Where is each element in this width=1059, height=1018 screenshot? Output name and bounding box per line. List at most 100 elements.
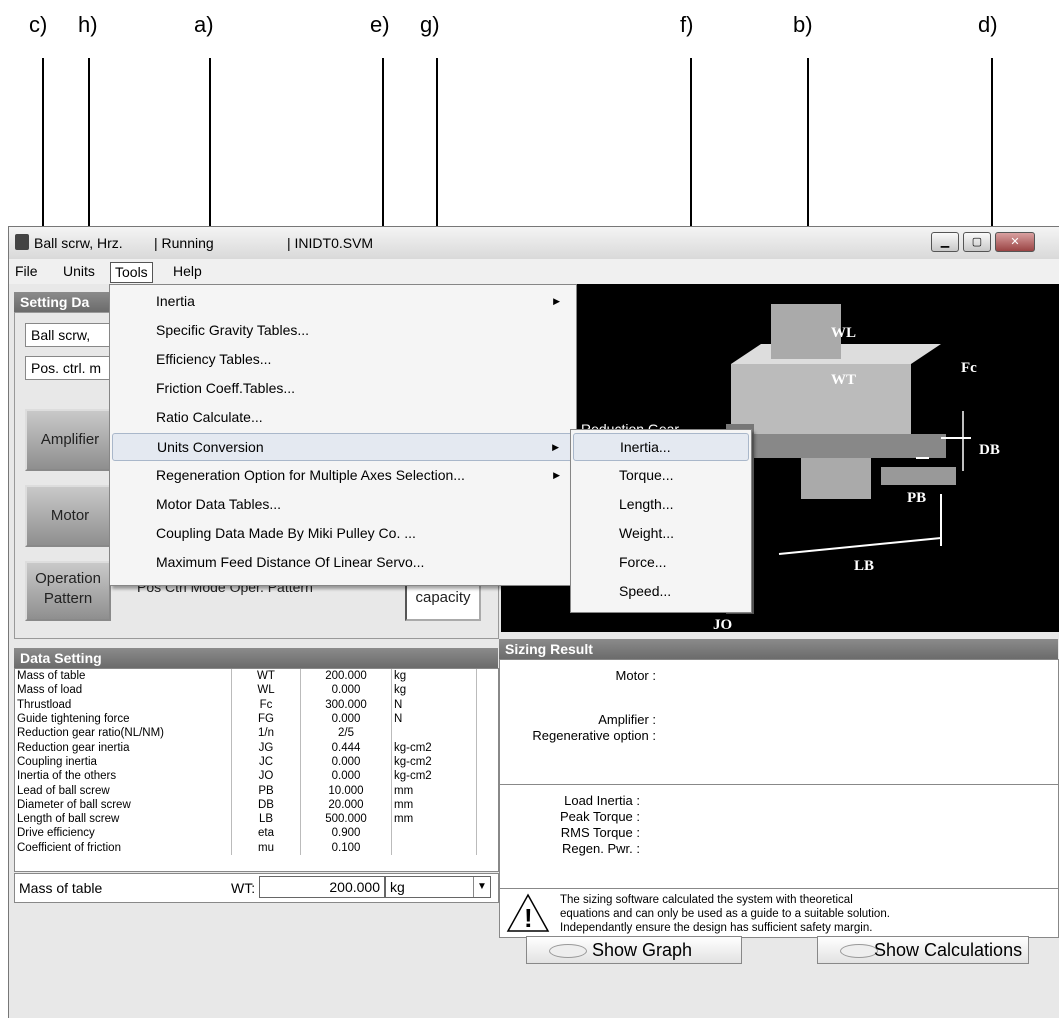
param-name-cell: Drive efficiency bbox=[15, 826, 232, 841]
tools-menu-item[interactable]: Friction Coeff.Tables... bbox=[112, 375, 574, 401]
callout-line-h bbox=[88, 58, 90, 234]
table-row[interactable]: Thrustload Fc 300.000 N bbox=[15, 697, 477, 712]
param-name-cell: Thrustload bbox=[15, 697, 232, 712]
param-symbol-cell: WL bbox=[231, 683, 301, 698]
table-row[interactable]: Mass of load WL 0.000 kg bbox=[15, 683, 477, 698]
label-jo: JO bbox=[713, 617, 732, 632]
units-submenu-item[interactable]: Torque... bbox=[573, 462, 749, 488]
app-icon[interactable] bbox=[15, 234, 29, 250]
menu-tools[interactable]: Tools bbox=[110, 262, 153, 283]
tools-menu-item[interactable]: Coupling Data Made By Miki Pulley Co. ..… bbox=[112, 520, 574, 546]
result-regen-pwr-label: Regen. Pwr. : bbox=[561, 841, 640, 856]
tools-menu-item[interactable]: Ratio Calculate... bbox=[112, 404, 574, 430]
data-setting-table: Mass of table WT 200.000 kg Mass of load WL 0.… bbox=[15, 669, 477, 855]
show-graph-button[interactable]: Show Graph bbox=[526, 936, 742, 964]
mechanism-field[interactable]: Ball scrw, bbox=[25, 323, 122, 347]
param-value-cell: 0.000 bbox=[300, 711, 392, 727]
units-submenu-item[interactable]: Length... bbox=[573, 491, 749, 517]
param-name-cell: Diameter of ball screw bbox=[15, 797, 232, 812]
param-symbol-cell: DB bbox=[231, 797, 301, 812]
amplifier-button[interactable]: Amplifier bbox=[25, 409, 115, 471]
tools-menu-item-label: Regeneration Option for Multiple Axes Se… bbox=[156, 467, 465, 483]
table-row[interactable]: Lead of ball screw PB 10.000 mm bbox=[15, 783, 477, 798]
warning-box: ! The sizing software calculated the sys… bbox=[499, 888, 1059, 938]
label-wt: WT bbox=[831, 372, 856, 388]
warning-line-1: The sizing software calculated the syste… bbox=[560, 894, 853, 906]
chevron-down-icon[interactable]: ▼ bbox=[473, 877, 490, 897]
units-submenu-item[interactable]: Inertia... bbox=[573, 433, 749, 461]
units-submenu-item[interactable]: Force... bbox=[573, 549, 749, 575]
label-fc: Fc bbox=[961, 360, 977, 376]
menu-file[interactable]: File bbox=[11, 262, 42, 281]
tools-menu-item[interactable]: Efficiency Tables... bbox=[112, 346, 574, 372]
units-submenu-item[interactable]: Speed... bbox=[573, 578, 749, 604]
callout-line-a bbox=[209, 58, 211, 236]
edit-value-input[interactable]: 200.000 bbox=[259, 876, 385, 898]
callout-f: f) bbox=[680, 12, 694, 37]
close-button[interactable]: ✕ bbox=[995, 232, 1035, 252]
table-row[interactable]: Inertia of the others JO 0.000 kg-cm2 bbox=[15, 769, 477, 784]
motor-button[interactable]: Motor bbox=[25, 485, 115, 547]
param-value-cell: 10.000 bbox=[300, 783, 392, 798]
operation-pattern-button[interactable]: Operation Pattern bbox=[25, 561, 111, 621]
edit-param-symbol: WT: bbox=[231, 880, 256, 896]
warning-text: The sizing software calculated the syste… bbox=[560, 893, 890, 935]
param-symbol-cell: WT bbox=[231, 669, 301, 684]
table-row[interactable]: Reduction gear ratio(NL/NM) 1/n 2/5 bbox=[15, 726, 477, 741]
table-row[interactable]: Coupling inertia JC 0.000 kg-cm2 bbox=[15, 754, 477, 770]
units-submenu-item-label: Length... bbox=[619, 496, 674, 512]
param-unit-cell: kg-cm2 bbox=[391, 769, 477, 784]
result-amplifier-label: Amplifier : bbox=[598, 712, 656, 727]
param-symbol-cell: JO bbox=[231, 769, 301, 784]
eye-icon bbox=[549, 944, 587, 958]
data-edit-row: Mass of table WT: 200.000 kg ▼ bbox=[14, 873, 499, 903]
result-rms-torque-label: RMS Torque : bbox=[560, 825, 640, 840]
table-row[interactable]: Diameter of ball screw DB 20.000 mm bbox=[15, 797, 477, 812]
tools-menu-item[interactable]: Regeneration Option for Multiple Axes Se… bbox=[112, 462, 574, 488]
units-submenu-item-label: Speed... bbox=[619, 583, 672, 599]
units-submenu-item-label: Force... bbox=[619, 554, 667, 570]
param-symbol-cell: JG bbox=[231, 740, 301, 755]
show-calculations-button[interactable]: Show Calculations bbox=[817, 936, 1029, 964]
table-block bbox=[731, 364, 911, 434]
callout-h: h) bbox=[78, 12, 98, 37]
menu-units[interactable]: Units bbox=[59, 262, 99, 281]
table-row[interactable]: Reduction gear inertia JG 0.444 kg-cm2 bbox=[15, 740, 477, 755]
param-value-cell: 200.000 bbox=[300, 669, 392, 684]
param-name-cell: Mass of load bbox=[15, 683, 232, 698]
table-row[interactable]: Coefficient of friction mu 0.100 bbox=[15, 840, 477, 855]
tools-menu-item-label: Specific Gravity Tables... bbox=[156, 322, 310, 338]
param-name-cell: Mass of table bbox=[15, 669, 232, 684]
unit-select[interactable]: kg ▼ bbox=[385, 876, 491, 898]
param-name-cell: Inertia of the others bbox=[15, 769, 232, 784]
show-graph-label: Show Graph bbox=[592, 940, 693, 960]
table-row[interactable]: Drive efficiency eta 0.900 bbox=[15, 826, 477, 841]
maximize-button[interactable]: ▢ bbox=[963, 232, 991, 252]
table-row[interactable]: Length of ball screw LB 500.000 mm bbox=[15, 811, 477, 827]
tools-menu-item-label: Units Conversion bbox=[157, 439, 264, 455]
tools-menu-item[interactable]: Motor Data Tables... bbox=[112, 491, 574, 517]
tools-menu-item[interactable]: Units Conversion ▶ bbox=[112, 433, 574, 461]
tools-menu-item[interactable]: Specific Gravity Tables... bbox=[112, 317, 574, 343]
param-value-cell: 0.000 bbox=[300, 754, 392, 770]
table-row[interactable]: Mass of table WT 200.000 kg bbox=[15, 669, 477, 684]
units-submenu-item[interactable]: Weight... bbox=[573, 520, 749, 546]
sizing-result-header: Sizing Result bbox=[499, 639, 1058, 659]
param-symbol-cell: mu bbox=[231, 840, 301, 855]
callout-line-c bbox=[42, 58, 44, 250]
tools-menu-item-label: Friction Coeff.Tables... bbox=[156, 380, 296, 396]
control-mode-field[interactable]: Pos. ctrl. m bbox=[25, 356, 122, 380]
param-value-cell: 20.000 bbox=[300, 797, 392, 812]
tools-menu-item[interactable]: Inertia ▶ bbox=[112, 288, 574, 314]
label-wl: WL bbox=[831, 325, 856, 341]
warning-icon: ! bbox=[506, 893, 550, 933]
svg-text:!: ! bbox=[524, 903, 533, 933]
callout-d: d) bbox=[978, 12, 998, 37]
title-status: | Running bbox=[154, 235, 214, 251]
tools-menu-item[interactable]: Maximum Feed Distance Of Linear Servo... bbox=[112, 549, 574, 575]
eye-icon bbox=[840, 944, 878, 958]
menu-help[interactable]: Help bbox=[169, 262, 206, 281]
param-symbol-cell: PB bbox=[231, 783, 301, 798]
table-row[interactable]: Guide tightening force FG 0.000 N bbox=[15, 711, 477, 727]
minimize-button[interactable]: ▁ bbox=[931, 232, 959, 252]
